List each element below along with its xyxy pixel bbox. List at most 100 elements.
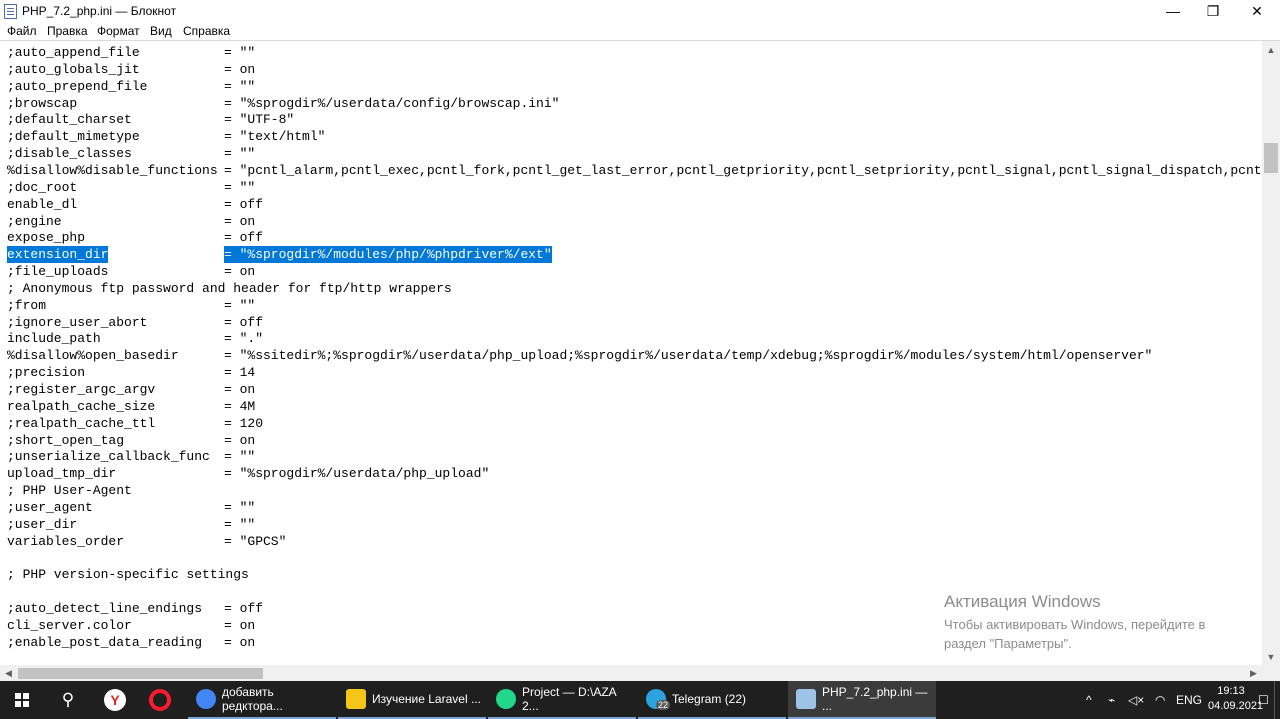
line-value: = "" [224, 449, 256, 465]
start-button[interactable] [0, 681, 44, 719]
tray-chevron-icon[interactable]: ^ [1086, 681, 1092, 719]
text-line: ; Anonymous ftp password and header for … [7, 280, 452, 297]
line-value: = off [224, 196, 264, 212]
battery-icon[interactable]: ⌁ [1108, 681, 1115, 719]
maximize-button[interactable]: ❐ [1190, 0, 1236, 22]
line-key: ;file_uploads [7, 264, 109, 280]
yandex-icon: Y [104, 689, 126, 711]
wifi-icon[interactable]: ◠ [1155, 681, 1165, 719]
scroll-up-icon[interactable]: ▲ [1262, 41, 1280, 58]
text-line: ;enable_post_data_reading = on [7, 634, 255, 651]
text-line: ;realpath_cache_ttl = 120 [7, 415, 263, 432]
close-button[interactable]: ✕ [1234, 0, 1280, 22]
menu-edit[interactable]: Правка [47, 24, 88, 38]
line-value: = off [224, 230, 264, 246]
line-key: ;default_charset [7, 112, 132, 128]
text-line: ;from = "" [7, 297, 255, 314]
menu-view[interactable]: Вид [150, 24, 172, 38]
activation-line-1: Чтобы активировать Windows, перейдите в [944, 617, 1206, 632]
line-value: = "pcntl_alarm,pcntl_exec,pcntl_fork,pcn… [224, 162, 1262, 178]
activation-watermark: Активация Windows Чтобы активировать Win… [944, 592, 1205, 653]
taskbar-app-label: PHP_7.2_php.ini — ... [822, 685, 928, 713]
line-value: = on [224, 213, 256, 229]
language-indicator[interactable]: ENG [1176, 681, 1202, 719]
search-icon[interactable]: ⚲ [46, 681, 90, 719]
line-value: = "%ssitedir%;%sprogdir%/userdata/php_up… [224, 348, 1153, 364]
taskbar-app-label: Изучение Laravel ... [372, 692, 481, 706]
line-key: ;precision [7, 365, 86, 381]
line-value: = on [224, 432, 256, 448]
menu-help[interactable]: Справка [183, 24, 230, 38]
clock-time: 19:13 [1217, 685, 1245, 697]
notification-icon[interactable]: ☐ [1258, 681, 1269, 719]
taskbar-app-chrome[interactable]: добавить редктора... [188, 681, 336, 719]
activation-line-2: раздел "Параметры". [944, 636, 1072, 651]
phpstorm-icon [496, 689, 516, 709]
opera-icon [149, 689, 171, 711]
line-value: = "%sprogdir%/userdata/php_upload" [224, 466, 490, 482]
line-key: ;enable_post_data_reading [7, 634, 203, 650]
line-value: = 14 [224, 365, 256, 381]
taskbar-app-label: добавить редктора... [222, 685, 283, 713]
taskbar-app-player[interactable]: Изучение Laravel ... [338, 681, 486, 719]
menu-file[interactable]: Файл [7, 24, 37, 38]
line-value: = 120 [224, 415, 264, 431]
line-key: include_path [7, 331, 101, 347]
show-desktop-button[interactable] [1274, 681, 1280, 719]
line-key: ;default_mimetype [7, 129, 140, 145]
text-area[interactable]: ;auto_append_file = "" ;auto_globals_jit = … [0, 41, 1262, 665]
line-key: upload_tmp_dir [7, 466, 117, 482]
line-value: = on [224, 634, 256, 650]
text-line: ; PHP version-specific settings [7, 566, 249, 583]
scroll-left-icon[interactable]: ◀ [0, 665, 17, 681]
vertical-scrollbar[interactable]: ▲ ▼ [1262, 41, 1280, 665]
line-key: ;auto_globals_jit [7, 61, 140, 77]
taskbar-app-notepad[interactable]: PHP_7.2_php.ini — ... [788, 681, 936, 719]
taskbar: ⚲ Y добавить редктора... Изучение Larave… [0, 681, 1280, 719]
line-value: = "%sprogdir%/modules/php/%phpdriver%/ex… [224, 246, 552, 264]
text-line: ;auto_detect_line_endings = off [7, 600, 263, 617]
horizontal-scroll-thumb[interactable] [18, 668, 263, 679]
text-line: ;browscap = "%sprogdir%/userdata/config/b… [7, 95, 559, 112]
line-key: ;short_open_tag [7, 432, 125, 448]
scroll-right-icon[interactable]: ▶ [1245, 665, 1262, 681]
horizontal-scrollbar[interactable]: ◀ ▶ [0, 665, 1262, 681]
taskbar-app-telegram[interactable]: 22 Telegram (22) [638, 681, 786, 719]
line-key: ;disable_classes [7, 146, 132, 162]
line-key: ;auto_prepend_file [7, 78, 148, 94]
taskbar-app-label: Telegram (22) [672, 692, 747, 706]
volume-icon[interactable]: ◁× [1128, 681, 1144, 719]
line-value: = on [224, 382, 256, 397]
opera-button[interactable] [138, 681, 182, 719]
window-title: PHP_7.2_php.ini — Блокнот [22, 4, 177, 18]
vertical-scroll-thumb[interactable] [1264, 143, 1278, 173]
text-line: realpath_cache_size = 4M [7, 398, 255, 415]
line-key: ; Anonymous ftp password and header for … [7, 280, 452, 296]
clock[interactable]: 19:13 04.09.2021 [1208, 684, 1264, 714]
line-key: variables_order [7, 533, 125, 549]
line-value: = off [224, 314, 264, 330]
line-key: ;register_argc_argv [7, 382, 156, 397]
taskbar-app-phpstorm[interactable]: Project — D:\AZA 2... [488, 681, 636, 719]
line-value: = "" [224, 179, 256, 195]
menu-format[interactable]: Формат [97, 24, 140, 38]
notepad-icon [4, 4, 17, 19]
line-key: ;unserialize_callback_func [7, 449, 210, 465]
editor: ;auto_append_file = "" ;auto_globals_jit = … [0, 40, 1280, 681]
text-line: ;default_charset = "UTF-8" [7, 111, 294, 128]
text-line: %disallow%disable_functions = "pcntl_alar… [7, 162, 1262, 179]
line-value: = "UTF-8" [224, 112, 295, 128]
telegram-badge: 22 [656, 700, 671, 710]
text-line: variables_order = "GPCS" [7, 533, 286, 550]
menu-bar: Файл Правка Формат Вид Справка [0, 22, 1280, 40]
windows-logo-icon [15, 693, 29, 707]
text-line: extension_dir = "%sprogdir%/modules/php/%… [7, 246, 552, 264]
scroll-down-icon[interactable]: ▼ [1262, 648, 1280, 665]
yandex-browser-button[interactable]: Y [93, 681, 137, 719]
line-value: = 4M [224, 398, 256, 414]
line-key: extension_dir [7, 247, 109, 263]
clock-date: 04.09.2021 [1208, 700, 1264, 712]
text-line: include_path = "." [7, 330, 263, 347]
line-value: = "GPCS" [224, 533, 287, 549]
line-key: ; PHP User-Agent [7, 483, 132, 499]
